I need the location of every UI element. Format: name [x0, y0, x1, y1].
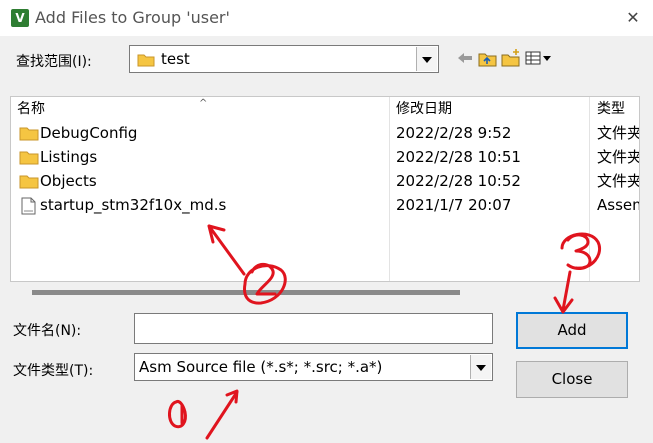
- list-item[interactable]: Listings 2022/2/28 10:51 文件夹: [11, 145, 640, 169]
- up-folder-icon[interactable]: [477, 48, 499, 68]
- look-in-label: 查找范围(I):: [16, 54, 92, 70]
- file-name-input[interactable]: [134, 313, 493, 344]
- folder-icon: [19, 151, 39, 165]
- file-name: DebugConfig: [40, 124, 138, 142]
- file-list[interactable]: ^ 名称 修改日期 类型 DebugConfig 2022/2/28 9:52 …: [10, 96, 640, 282]
- file-type: 文件夹: [597, 148, 640, 166]
- view-menu-icon[interactable]: [524, 48, 554, 68]
- keil-app-icon: V: [11, 9, 29, 27]
- file-type-label: 文件类型(T):: [13, 363, 94, 379]
- file-date: 2022/2/28 9:52: [396, 124, 512, 142]
- close-window-button[interactable]: ✕: [619, 4, 647, 32]
- file-date: 2021/1/7 20:07: [396, 196, 512, 214]
- close-button[interactable]: Close: [516, 361, 628, 398]
- folder-icon: [137, 54, 155, 67]
- file-date: 2022/2/28 10:52: [396, 172, 521, 190]
- file-name: startup_stm32f10x_md.s: [40, 196, 227, 214]
- new-folder-icon[interactable]: [500, 48, 522, 68]
- back-arrow-icon[interactable]: [455, 48, 477, 68]
- asm-file-icon: [21, 197, 36, 215]
- file-date: 2022/2/28 10:51: [396, 148, 521, 166]
- chevron-down-icon[interactable]: [416, 47, 437, 71]
- horizontal-scrollbar[interactable]: [32, 290, 460, 295]
- column-header-name[interactable]: 名称: [17, 97, 377, 121]
- annotation-number-1: [168, 400, 187, 429]
- look-in-dropdown[interactable]: test: [129, 45, 439, 73]
- add-button[interactable]: Add: [516, 312, 628, 349]
- file-type-value: Asm Source file (*.s*; *.src; *.a*): [139, 358, 383, 376]
- annotation-arrow-1: [205, 389, 239, 440]
- window-title: Add Files to Group 'user': [35, 8, 230, 27]
- column-header-date[interactable]: 修改日期: [396, 97, 586, 121]
- file-type: 文件夹: [597, 124, 640, 142]
- list-item[interactable]: DebugConfig 2022/2/28 9:52 文件夹: [11, 121, 640, 145]
- column-header-type[interactable]: 类型: [597, 97, 639, 121]
- list-item[interactable]: startup_stm32f10x_md.s 2021/1/7 20:07 As…: [11, 193, 639, 217]
- file-name-label: 文件名(N):: [13, 323, 82, 339]
- file-type: Assembler: [597, 196, 639, 214]
- file-type-dropdown[interactable]: Asm Source file (*.s*; *.src; *.a*): [134, 353, 493, 381]
- folder-icon: [19, 175, 39, 189]
- folder-icon: [19, 127, 39, 141]
- file-name: Objects: [40, 172, 97, 190]
- chevron-down-icon[interactable]: [470, 355, 491, 379]
- file-type: 文件夹: [597, 172, 640, 190]
- file-name: Listings: [40, 148, 98, 166]
- list-item[interactable]: Objects 2022/2/28 10:52 文件夹: [11, 169, 640, 193]
- look-in-value: test: [161, 50, 190, 68]
